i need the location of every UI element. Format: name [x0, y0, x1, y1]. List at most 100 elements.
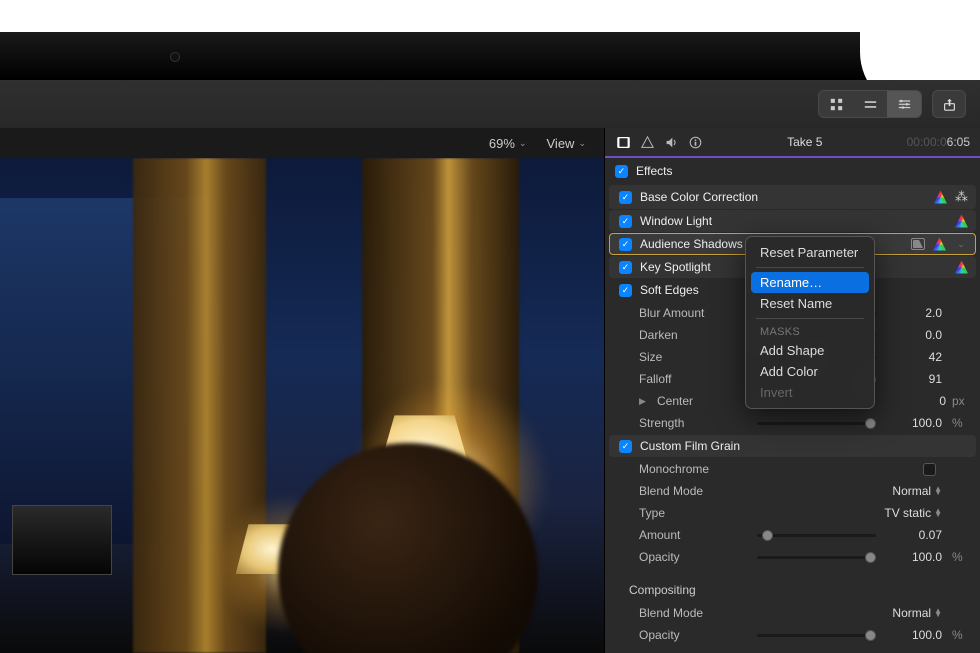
view-label: View — [547, 136, 575, 151]
stepper-icon: ▲▼ — [934, 609, 942, 617]
comp-blend-popup[interactable]: Normal ▲▼ — [878, 606, 942, 620]
laptop-bezel — [0, 32, 980, 80]
param-value[interactable]: 100.0 — [892, 550, 942, 564]
chevron-down-icon: ⌄ — [519, 138, 527, 149]
param-type: Type TV static ▲▼ — [605, 502, 980, 524]
colorwheel-icon[interactable] — [955, 215, 968, 228]
slider[interactable] — [757, 422, 876, 425]
stepper-icon: ▲▼ — [934, 509, 942, 517]
main-area: 69% ⌄ View ⌄ — [0, 128, 980, 653]
slider-knob[interactable] — [865, 418, 876, 429]
colorwheel-icon[interactable] — [934, 191, 947, 204]
slider-knob[interactable] — [865, 630, 876, 641]
share-button[interactable] — [932, 90, 966, 118]
inspector-header: Take 5 00:00:06:05 — [605, 128, 980, 158]
layout-grid-button[interactable] — [819, 91, 853, 117]
inspector-body: ✓ Effects ✓ Base Color Correction ⁂ ✓ Wi… — [605, 158, 980, 653]
wand-icon[interactable]: ⁂ — [955, 189, 968, 205]
menu-masks-header: MASKS — [746, 323, 874, 340]
effect-name: Window Light — [640, 214, 947, 228]
list-icon — [864, 98, 877, 111]
effect-checkbox[interactable]: ✓ — [619, 238, 632, 251]
menu-separator — [756, 318, 864, 319]
viewer-toolbar: 69% ⌄ View ⌄ — [0, 128, 604, 158]
effects-section-header[interactable]: ✓ Effects — [605, 158, 980, 184]
type-popup[interactable]: TV static ▲▼ — [858, 506, 942, 520]
inspector-scroll[interactable]: ✓ Effects ✓ Base Color Correction ⁂ ✓ Wi… — [605, 158, 980, 653]
layout-list-button[interactable] — [853, 91, 887, 117]
slider[interactable] — [757, 534, 876, 537]
share-icon — [943, 98, 956, 111]
effect-name: Base Color Correction — [640, 190, 926, 204]
effect-base-color-correction[interactable]: ✓ Base Color Correction ⁂ — [609, 185, 976, 209]
param-value[interactable]: 0.07 — [892, 528, 942, 542]
menu-reset-parameter[interactable]: Reset Parameter — [746, 242, 874, 263]
param-value[interactable]: 91 — [892, 372, 942, 386]
view-dropdown[interactable]: View ⌄ — [547, 136, 587, 151]
monochrome-checkbox[interactable] — [923, 463, 936, 476]
camera-dot — [170, 52, 180, 62]
effect-name: Custom Film Grain — [640, 439, 968, 453]
popup-value: TV static — [884, 506, 931, 520]
inspector-panel: Take 5 00:00:06:05 ✓ Effects ✓ Base Colo… — [604, 128, 980, 653]
layout-segmented-control — [818, 90, 922, 118]
zoom-value: 69% — [489, 136, 515, 151]
param-blend-mode: Blend Mode Normal ▲▼ — [605, 480, 980, 502]
slider[interactable] — [757, 634, 876, 637]
effect-window-light[interactable]: ✓ Window Light — [609, 210, 976, 232]
param-value[interactable]: 100.0 — [892, 628, 942, 642]
mask-icon[interactable] — [911, 238, 925, 250]
chevron-down-icon[interactable]: ⌄ — [954, 239, 968, 250]
app-screen: 69% ⌄ View ⌄ — [0, 80, 980, 653]
effects-checkbox[interactable]: ✓ — [615, 165, 628, 178]
viewer-panel: 69% ⌄ View ⌄ — [0, 128, 604, 653]
slider-knob[interactable] — [762, 530, 773, 541]
slider-knob[interactable] — [865, 552, 876, 563]
slider[interactable] — [757, 556, 876, 559]
effect-checkbox[interactable]: ✓ — [619, 440, 632, 453]
audio-tab-icon[interactable] — [663, 134, 679, 150]
layout-inspector-button[interactable] — [887, 91, 921, 117]
effect-checkbox[interactable]: ✓ — [619, 284, 632, 297]
zoom-dropdown[interactable]: 69% ⌄ — [489, 136, 527, 151]
param-value[interactable]: 0.0 — [892, 328, 942, 342]
disclosure-triangle[interactable]: ▶ — [639, 396, 649, 407]
clip-name: Take 5 — [711, 135, 899, 149]
colorwheel-icon[interactable] — [933, 238, 946, 251]
param-value[interactable]: 42 — [892, 350, 942, 364]
menu-invert: Invert — [746, 382, 874, 403]
param-comp-blend: Blend Mode Normal ▲▼ — [605, 602, 980, 624]
effect-checkbox[interactable]: ✓ — [619, 191, 632, 204]
popup-value: Normal — [892, 484, 931, 498]
viewer-canvas[interactable] — [0, 158, 604, 653]
timecode: 00:00:06:05 — [907, 135, 970, 149]
colorwheel-icon[interactable] — [955, 261, 968, 274]
effect-checkbox[interactable]: ✓ — [619, 261, 632, 274]
popup-value: Normal — [892, 606, 931, 620]
effect-checkbox[interactable]: ✓ — [619, 215, 632, 228]
param-value[interactable]: 2.0 — [892, 306, 942, 320]
stepper-icon: ▲▼ — [934, 487, 942, 495]
menu-separator — [756, 267, 864, 268]
filter-tab-icon[interactable] — [639, 134, 655, 150]
laptop-frame: 69% ⌄ View ⌄ — [0, 32, 980, 653]
app-toolbar — [0, 80, 980, 128]
menu-rename[interactable]: Rename… — [751, 272, 869, 293]
param-value[interactable]: 100.0 — [892, 416, 942, 430]
param-value[interactable]: 0 — [896, 394, 946, 408]
menu-add-shape[interactable]: Add Shape — [746, 340, 874, 361]
video-tab-icon[interactable] — [615, 134, 631, 150]
effects-label: Effects — [636, 164, 672, 178]
info-tab-icon[interactable] — [687, 134, 703, 150]
effect-custom-film-grain[interactable]: ✓ Custom Film Grain — [609, 435, 976, 457]
menu-reset-name[interactable]: Reset Name — [746, 293, 874, 314]
menu-add-color[interactable]: Add Color — [746, 361, 874, 382]
param-monochrome: Monochrome — [605, 458, 980, 480]
param-opacity: Opacity 100.0 % — [605, 546, 980, 568]
param-amount: Amount 0.07 — [605, 524, 980, 546]
param-strength: Strength 100.0 % — [605, 412, 980, 434]
sliders-icon — [898, 98, 911, 111]
compositing-section-header[interactable]: Compositing — [605, 578, 980, 602]
blend-mode-popup[interactable]: Normal ▲▼ — [878, 484, 942, 498]
param-comp-opacity: Opacity 100.0 % — [605, 624, 980, 646]
